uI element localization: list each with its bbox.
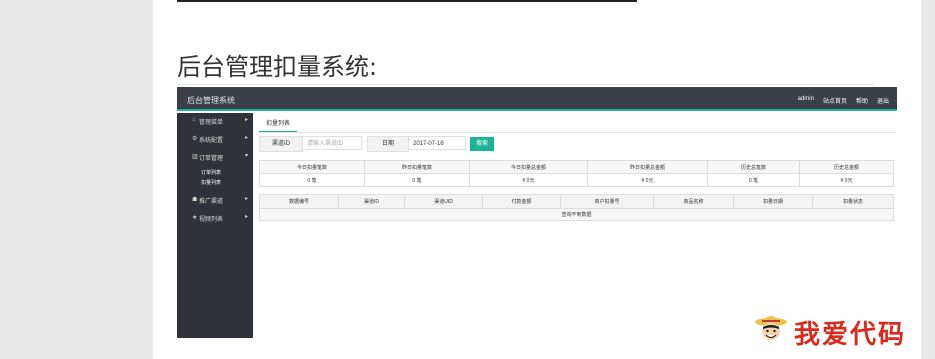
- sidebar-item-label: 订单管理: [199, 156, 224, 162]
- table-header: 商户扣量号: [560, 194, 654, 209]
- date-input[interactable]: 2017-07-16: [408, 136, 466, 150]
- straw-hat-avatar-icon: [755, 316, 787, 340]
- table-header: 商品名称: [653, 194, 734, 209]
- table-header: 数据编号: [259, 194, 339, 209]
- user-icon: ☗: [192, 197, 198, 203]
- watermark: 我爱代码: [750, 304, 920, 358]
- sidebar-item-videos[interactable]: ★ 视频列表 ▸: [177, 210, 253, 226]
- sidebar-subitem-deduct-list[interactable]: 扣量列表: [201, 179, 221, 186]
- chevron-right-icon: ▸: [244, 117, 248, 123]
- stats-value: ¥ 0元: [587, 173, 708, 187]
- sidebar-item-label: 管理菜单: [199, 120, 224, 126]
- tab-deduct-list[interactable]: 扣量列表: [259, 118, 297, 133]
- stats-header: 昨日扣量笔数: [364, 160, 470, 174]
- home-icon: ⌂: [192, 117, 196, 123]
- stats-header: 今日扣量笔数: [259, 160, 365, 174]
- chevron-right-icon: ▸: [244, 214, 248, 220]
- chevron-right-icon: ▸: [244, 196, 248, 202]
- sidebar-item-config[interactable]: ⚙ 系统配置 ▸: [177, 131, 253, 147]
- chevron-down-icon: ▾: [244, 153, 248, 159]
- sidebar-item-label: 推广渠道: [199, 199, 224, 205]
- channel-id-input[interactable]: 请输入渠道ID: [302, 136, 362, 150]
- stats-header: 历史总金额: [799, 160, 894, 174]
- table-header: 扣量日期: [733, 194, 813, 209]
- channel-id-label: 渠道ID: [259, 136, 303, 152]
- stats-value: 0 笔: [707, 173, 800, 187]
- star-icon: ★: [192, 215, 198, 221]
- empty-result-text: 查询不到数据: [259, 208, 894, 221]
- date-label: 日期: [367, 136, 409, 152]
- deduct-table: 数据编号 渠道ID 渠道UID 付款金额 商户扣量号 商品名称 扣量日期 扣量状…: [259, 194, 894, 221]
- sidebar-item-menu[interactable]: ⌂ 管理菜单 ▸: [177, 113, 253, 129]
- topnav-home-link[interactable]: 站点首页: [823, 96, 847, 105]
- stats-table: 今日扣量笔数 昨日扣量笔数 今日扣量总金额 昨日扣量总金额 历史总笔数 历史总金…: [259, 160, 894, 187]
- admin-sidebar: ⌂ 管理菜单 ▸ ⚙ 系统配置 ▸ ▥ 订单管理 ▾ 订单列表 扣量列表 ☗ 推…: [177, 113, 253, 338]
- tab-divider: [259, 132, 896, 133]
- watermark-text: 我爱代码: [794, 320, 907, 350]
- stats-value: 0 笔: [364, 173, 470, 187]
- stats-header: 历史总笔数: [707, 160, 800, 174]
- table-header: 渠道UID: [404, 194, 483, 209]
- search-button[interactable]: 搜索: [470, 137, 494, 151]
- stats-header: 昨日扣量总金额: [587, 160, 708, 174]
- table-header: 扣量状态: [812, 194, 894, 209]
- sidebar-item-channels[interactable]: ☗ 推广渠道 ▸: [177, 192, 253, 208]
- sidebar-item-orders[interactable]: ▥ 订单管理 ▾: [177, 149, 253, 165]
- heading-divider: [177, 84, 874, 85]
- admin-topbar: 后台管理系统 admin 站点首页 帮助 退出: [177, 87, 897, 111]
- table-header: 付款金额: [482, 194, 561, 209]
- gear-icon: ⚙: [192, 136, 198, 142]
- table-header: 渠道ID: [338, 194, 405, 209]
- admin-screenshot: 后台管理系统 admin 站点首页 帮助 退出 ⌂ 管理菜单 ▸ ⚙ 系统配置 …: [177, 87, 897, 338]
- sidebar-item-label: 视频列表: [199, 217, 224, 223]
- previous-image-edge: [177, 0, 637, 2]
- section-heading: 后台管理扣量系统:: [177, 53, 378, 81]
- admin-topnav: admin 站点首页 帮助 退出: [798, 96, 889, 105]
- topnav-help-link[interactable]: 帮助: [856, 96, 868, 105]
- chevron-right-icon: ▸: [244, 135, 248, 141]
- stats-header: 今日扣量总金额: [469, 160, 588, 174]
- sidebar-item-label: 系统配置: [199, 138, 224, 144]
- sidebar-subitem-order-list[interactable]: 订单列表: [201, 169, 221, 176]
- admin-brand: 后台管理系统: [187, 96, 235, 105]
- stats-value: 0 笔: [259, 173, 365, 187]
- stats-value: ¥ 0元: [799, 173, 894, 187]
- topbar-accent-line: [177, 109, 897, 111]
- bar-chart-icon: ▥: [192, 154, 198, 160]
- stats-value: ¥ 0元: [469, 173, 588, 187]
- topnav-admin-link[interactable]: admin: [798, 96, 814, 105]
- topnav-logout-link[interactable]: 退出: [877, 96, 889, 105]
